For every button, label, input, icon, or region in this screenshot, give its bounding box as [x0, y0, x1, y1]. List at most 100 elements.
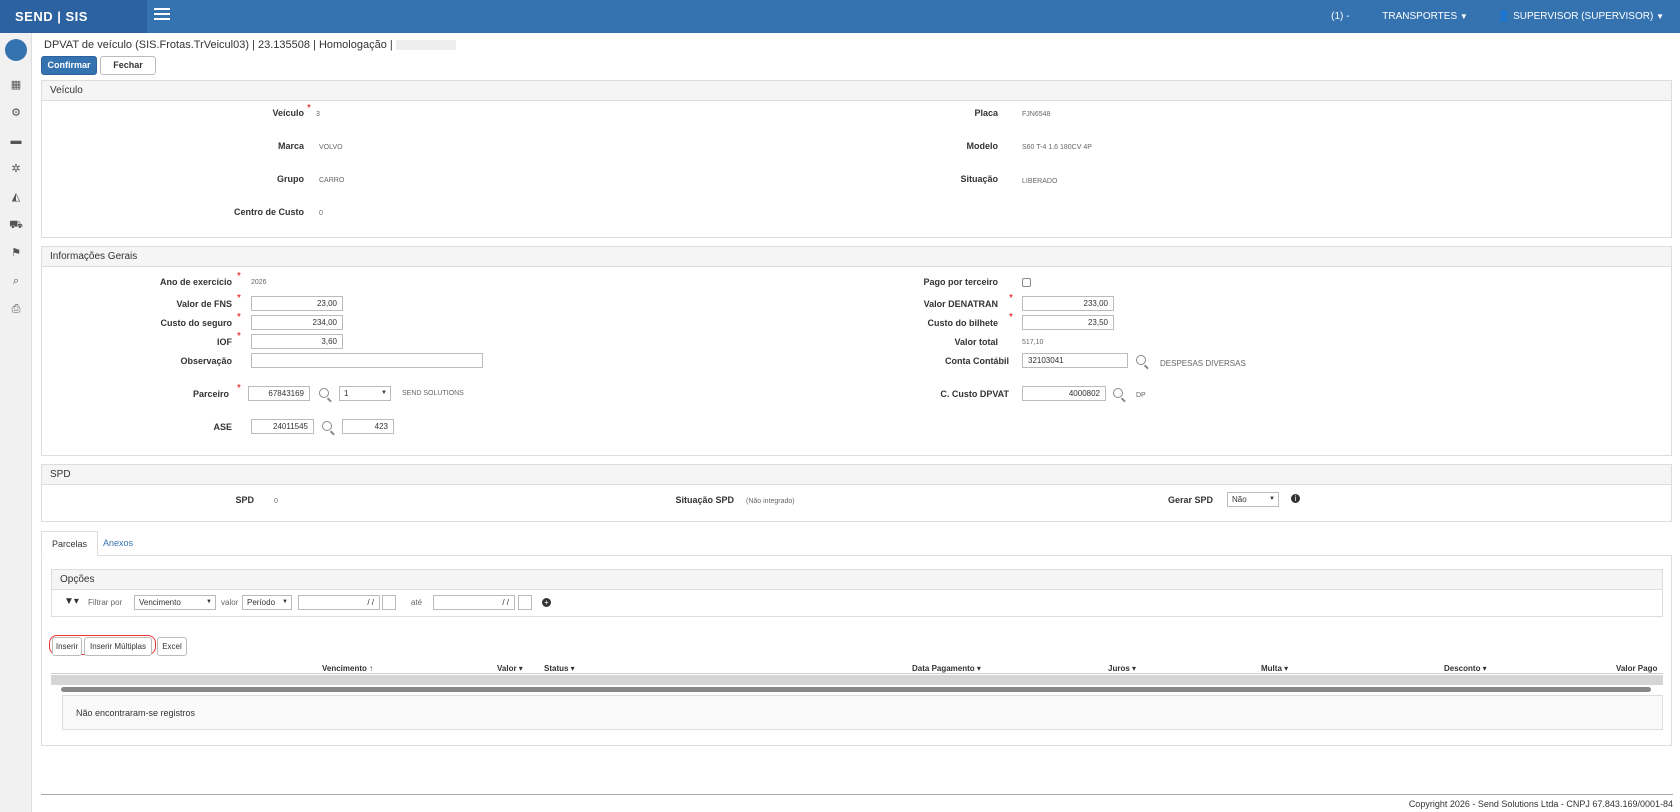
valor-select[interactable]: Período	[242, 595, 292, 610]
pago-terceiro-checkbox[interactable]	[1022, 278, 1031, 287]
parceiro-input[interactable]: 67843169	[248, 386, 310, 401]
app-logo-icon[interactable]	[5, 39, 27, 61]
main-content: DPVAT de veículo (SIS.Frotas.TrVeicul03)…	[41, 33, 1673, 812]
user-menu[interactable]: 👤 SUPERVISOR (SUPERVISOR) ▼	[1498, 0, 1664, 33]
col-status[interactable]: Status ▾	[544, 664, 575, 673]
filter-icon[interactable]: ▼▾	[64, 596, 79, 607]
grid-filter-row	[51, 675, 1663, 685]
tab-anexos[interactable]: Anexos	[93, 531, 143, 556]
veiculo-label: Veículo	[272, 108, 304, 118]
ase-search-icon[interactable]	[322, 421, 332, 431]
parceiro-select[interactable]: 1	[339, 386, 391, 401]
bilhete-input[interactable]: 23,50	[1022, 315, 1114, 330]
footer: Copyright 2026 - Send Solutions Ltda - C…	[41, 794, 1673, 809]
grupo-value: CARRO	[319, 177, 345, 184]
inserir-multiplas-button[interactable]: Inserir Múltiplas	[84, 637, 152, 656]
horizontal-scrollbar[interactable]	[61, 687, 1651, 692]
seguro-input[interactable]: 234,00	[251, 315, 343, 330]
close-button[interactable]: Fechar	[100, 56, 156, 75]
placa-value: FJN6548	[1022, 111, 1051, 118]
fns-label: Valor de FNS	[176, 299, 232, 309]
conta-search-icon[interactable]	[1136, 355, 1146, 365]
centro-custo-label: Centro de Custo	[233, 207, 304, 217]
required-marker: *	[237, 383, 241, 394]
vehicle-panel: Veículo Veículo * 3 Placa FJN6548 Marca …	[41, 80, 1672, 238]
filtrar-label: Filtrar por	[88, 598, 123, 607]
truck-icon[interactable]: ⛟	[0, 211, 32, 239]
ase-input[interactable]: 24011545	[251, 419, 314, 434]
calendar-icon[interactable]	[382, 595, 396, 610]
modelo-value: S60 T-4 1.6 180CV 4P	[1022, 144, 1092, 151]
chart-icon[interactable]: ▦	[0, 71, 32, 99]
gears-icon[interactable]: ✲	[0, 155, 32, 183]
info-icon[interactable]: i	[1291, 494, 1300, 503]
brand-logo[interactable]: SEND | SIS	[0, 0, 147, 33]
company-selector[interactable]: (1) - TRANSPORTES ▼	[1331, 0, 1468, 33]
area-chart-icon[interactable]: ◭	[0, 183, 32, 211]
conta-desc: DESPESAS DIVERSAS	[1160, 359, 1246, 368]
col-valor-pago[interactable]: Valor Pago	[1616, 664, 1657, 673]
spd-header: SPD	[42, 465, 1671, 485]
date-from-input[interactable]: / /	[298, 595, 380, 610]
ase-input-2[interactable]: 423	[342, 419, 394, 434]
required-marker: *	[237, 271, 241, 282]
flag-icon[interactable]: ⚑	[0, 239, 32, 267]
col-valor[interactable]: Valor ▾	[497, 664, 523, 673]
grid-header	[51, 657, 1663, 674]
card-icon[interactable]: ▬	[0, 127, 32, 155]
required-marker: *	[1009, 293, 1013, 304]
confirm-button[interactable]: Confirmar	[41, 56, 97, 75]
grupo-label: Grupo	[277, 174, 304, 184]
general-info-header: Informações Gerais	[42, 247, 1671, 267]
add-filter-icon[interactable]: +	[542, 598, 551, 607]
col-vencimento[interactable]: Vencimento ↑	[322, 664, 373, 673]
conta-contabil-input[interactable]: 32103041	[1022, 353, 1128, 368]
fns-input[interactable]: 23,00	[251, 296, 343, 311]
marca-value: VOLVO	[319, 144, 343, 151]
spd-value: 0	[274, 498, 278, 505]
total-value: 517,10	[1022, 339, 1044, 346]
options-header: Opções	[52, 570, 1662, 590]
filtrar-select[interactable]: Vencimento	[134, 595, 216, 610]
excel-button[interactable]: Excel	[157, 637, 187, 656]
vehicle-panel-header: Veículo	[42, 81, 1671, 101]
col-desconto[interactable]: Desconto ▾	[1444, 664, 1487, 673]
calendar-icon[interactable]	[518, 595, 532, 610]
observacao-label: Observação	[180, 356, 232, 366]
required-marker: *	[307, 103, 311, 114]
general-info-panel: Informações Gerais Ano de exercício * 20…	[41, 246, 1672, 456]
top-bar: SEND | SIS (1) - TRANSPORTES ▼ 👤 SUPERVI…	[0, 0, 1680, 33]
sidebar: ▦ ⚙ ▬ ✲ ◭ ⛟ ⚑ ⌕ ⎙	[0, 33, 32, 812]
gerar-spd-select[interactable]: Não	[1227, 492, 1279, 507]
copyright: Copyright 2026 - Send Solutions Ltda - C…	[1408, 799, 1673, 809]
print-icon[interactable]: ⎙	[0, 295, 32, 323]
parceiro-label: Parceiro	[192, 389, 229, 399]
tab-parcelas[interactable]: Parcelas	[41, 531, 99, 556]
situacao-spd-value: (Não integrado)	[746, 498, 795, 505]
options-panel: Opções ▼▾ Filtrar por Vencimento valor P…	[51, 569, 1663, 617]
col-data-pagamento[interactable]: Data Pagamento ▾	[912, 664, 981, 673]
denatran-label: Valor DENATRAN	[923, 299, 998, 309]
required-marker: *	[237, 312, 241, 323]
col-juros[interactable]: Juros ▾	[1108, 664, 1136, 673]
observacao-input[interactable]	[251, 353, 483, 368]
gear-icon[interactable]: ⚙	[0, 99, 32, 127]
col-multa[interactable]: Multa ▾	[1261, 664, 1288, 673]
denatran-input[interactable]: 233,00	[1022, 296, 1114, 311]
date-to-input[interactable]: / /	[433, 595, 515, 610]
inserir-button[interactable]: Inserir	[52, 637, 82, 656]
top-right: (1) - TRANSPORTES ▼ 👤 SUPERVISOR (SUPERV…	[1331, 0, 1664, 33]
parceiro-desc: SEND SOLUTIONS	[402, 390, 464, 397]
iof-input[interactable]: 3,60	[251, 334, 343, 349]
tab-bar: Parcelas Anexos	[41, 531, 1672, 556]
menu-toggle-icon[interactable]	[154, 8, 170, 22]
ase-label: ASE	[213, 422, 232, 432]
situacao-label: Situação	[960, 174, 998, 184]
ccusto-input[interactable]: 4000802	[1022, 386, 1106, 401]
parceiro-search-icon[interactable]	[319, 388, 329, 398]
search-icon[interactable]: ⌕	[0, 267, 32, 295]
required-marker: *	[1009, 312, 1013, 323]
page-title: DPVAT de veículo (SIS.Frotas.TrVeicul03)…	[44, 39, 456, 51]
iof-label: IOF	[217, 337, 232, 347]
ccusto-search-icon[interactable]	[1113, 388, 1123, 398]
